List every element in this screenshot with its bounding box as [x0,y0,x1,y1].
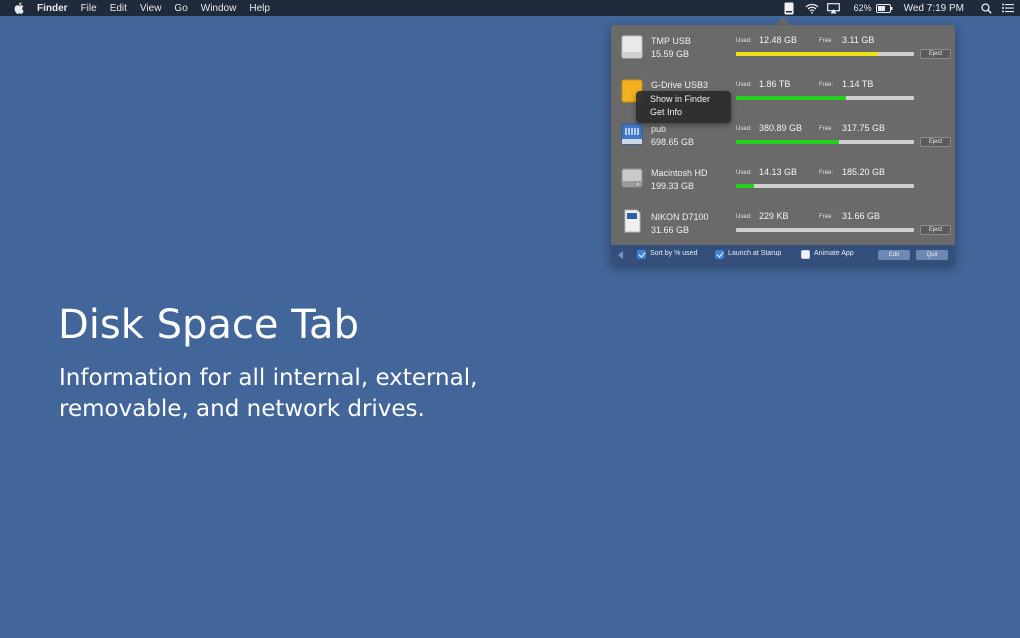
usage-bar-fill [736,96,847,100]
usage-bar [736,184,914,188]
apple-icon[interactable] [13,2,25,14]
used-label: Used: [736,170,752,176]
sort-checkbox[interactable] [637,250,646,259]
drive-name: G-Drive USB3 [651,80,709,90]
free-value: 3.11 GB [842,35,875,45]
collapse-arrow-icon[interactable] [618,251,623,259]
used-value: 380.89 GB [759,123,803,133]
network-drive-icon [621,122,643,146]
eject-button[interactable]: Eject [920,137,951,147]
usage-bar [736,52,914,56]
menu-item-get-info[interactable]: Get Info [650,107,682,117]
drive-row-nikon[interactable]: NIKON D7100 31.66 GB Used: 229 KB Free: … [611,206,955,250]
launch-label: Launch at Starup [728,250,782,257]
airplay-icon[interactable] [826,0,842,16]
menu-item-show-in-finder[interactable]: Show in Finder [650,94,710,104]
usage-bar [736,228,914,232]
used-label: Used: [736,82,752,88]
page-subtitle: Information for all internal, external, … [59,365,478,422]
drive-row-tmp-usb[interactable]: TMP USB 15.59 GB Used: 12.48 GB Free: 3.… [611,30,955,74]
used-value: 1.86 TB [759,79,791,89]
drive-name: pub [651,124,667,134]
drive-name: Macintosh HD [651,168,708,178]
free-label: Free: [819,170,834,176]
used-value: 12.48 GB [759,35,798,45]
free-label: Free: [819,214,834,220]
disk-space-tab-icon[interactable] [782,0,796,16]
popover-footer: Sort by % used Launch at Starup Animate … [611,245,955,265]
drive-size: 199.33 GB [651,181,695,191]
animate-checkbox[interactable] [801,250,810,259]
edit-button[interactable]: Edit [878,250,910,260]
menu-file[interactable]: File [81,3,97,14]
quit-button[interactable]: Quit [916,250,948,260]
usb-drive-icon [621,35,643,59]
sort-label: Sort by % used [650,250,698,257]
menu-edit[interactable]: Edit [110,3,127,14]
sd-card-icon [621,209,643,233]
usage-bar-fill [736,184,754,188]
page-title: Disk Space Tab [58,302,359,348]
drive-size: 31.66 GB [651,225,690,235]
drive-row-macintosh-hd[interactable]: Macintosh HD 199.33 GB Used: 14.13 GB Fr… [611,162,955,206]
eject-button[interactable]: Eject [920,49,951,59]
disk-popover: TMP USB 15.59 GB Used: 12.48 GB Free: 3.… [611,25,955,265]
free-value: 185.20 GB [842,167,886,177]
usage-bar-fill [736,140,840,144]
clock[interactable]: Wed 7:19 PM [904,3,964,14]
menu-go[interactable]: Go [174,3,187,14]
usage-bar-fill [736,52,879,56]
free-value: 31.66 GB [842,211,881,221]
popover-arrow [775,17,791,25]
free-label: Free: [819,38,834,44]
usage-bar [736,96,914,100]
battery-icon[interactable] [876,0,894,16]
drive-name: TMP USB [651,36,691,46]
drive-size: 698.65 GB [651,137,695,147]
used-label: Used: [736,38,752,44]
drive-name: NIKON D7100 [651,212,709,222]
used-label: Used: [736,214,752,220]
drive-row-pub[interactable]: pub 698.65 GB Used: 380.89 GB Free: 317.… [611,118,955,162]
menu-window[interactable]: Window [201,3,237,14]
launch-checkbox[interactable] [715,250,724,259]
used-label: Used: [736,126,752,132]
drive-size: 15.59 GB [651,49,690,59]
free-label: Free: [819,82,834,88]
battery-percent: 62% [853,3,872,13]
search-icon[interactable] [980,0,992,16]
internal-drive-icon [621,166,643,190]
used-value: 14.13 GB [759,167,798,177]
animate-label: Animate App [814,250,854,257]
menu-finder[interactable]: Finder [37,3,68,14]
eject-button[interactable]: Eject [920,225,951,235]
wifi-icon[interactable] [804,0,820,16]
usage-bar [736,140,914,144]
menu-help[interactable]: Help [249,3,270,14]
context-menu: Show in Finder Get Info [636,91,731,123]
used-value: 229 KB [759,211,789,221]
free-value: 1.14 TB [842,79,874,89]
free-label: Free: [819,126,834,132]
menu-bar: Finder File Edit View Go Window Help 62%… [0,0,1020,16]
menu-view[interactable]: View [140,3,162,14]
free-value: 317.75 GB [842,123,886,133]
list-icon[interactable] [1002,0,1014,16]
